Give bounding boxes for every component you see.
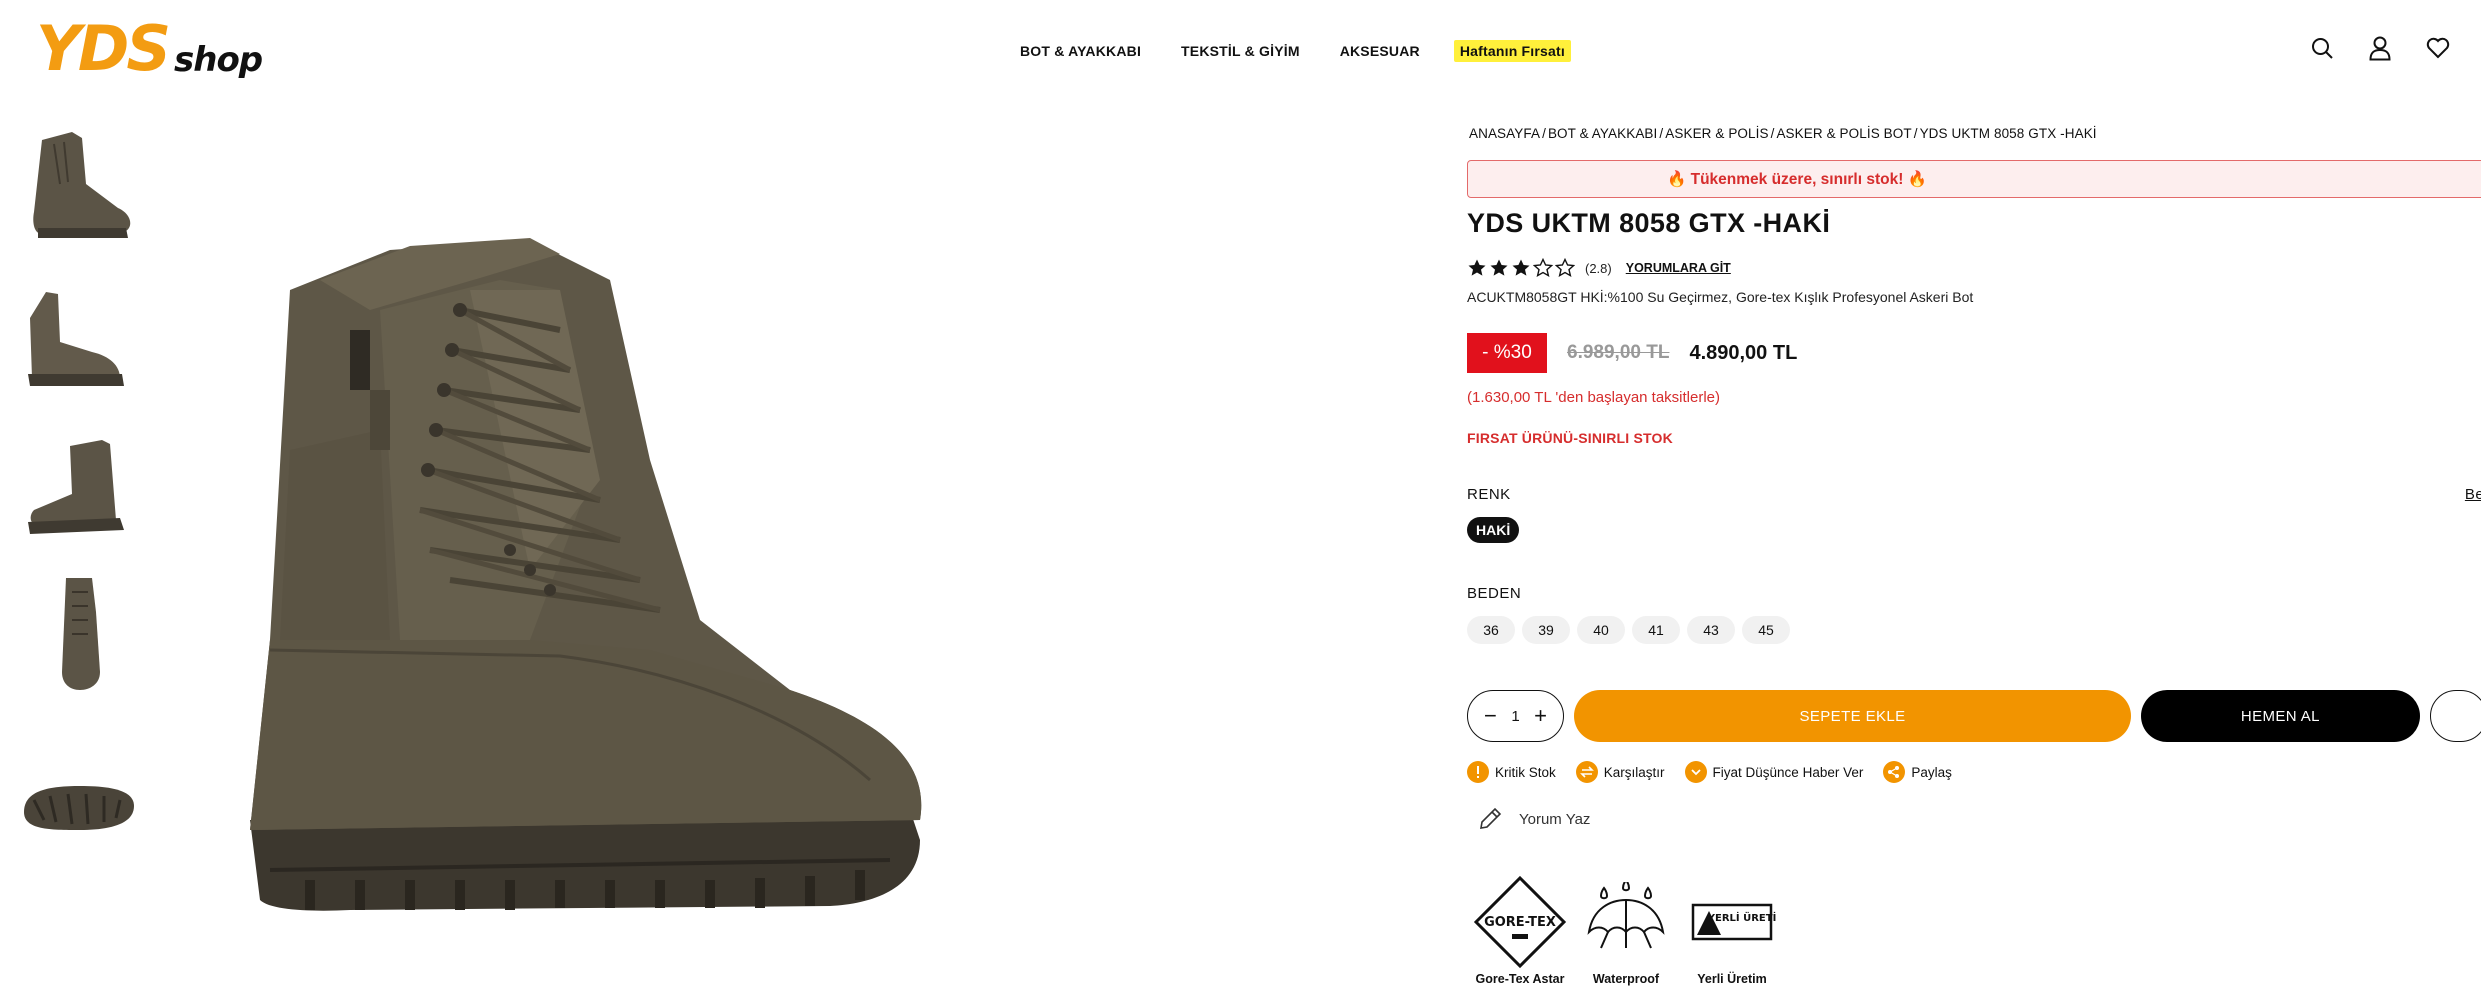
write-review-link[interactable]: Yorum Yaz [1477, 806, 2481, 832]
header-icons [2308, 34, 2481, 62]
gore-tex-logo-text: GORE-TEX [1484, 915, 1556, 930]
size-option[interactable]: 40 [1577, 616, 1625, 644]
star-empty-icon [1533, 258, 1553, 278]
action-label: Fiyat Düşünce Haber Ver [1712, 764, 1864, 780]
breadcrumb-item[interactable]: ANASAYFA [1469, 126, 1540, 141]
stock-alert-banner: 🔥 Tükenmek üzere, sınırlı stok! 🔥 [1467, 160, 2481, 198]
share-icon [1883, 761, 1906, 783]
old-price: 6.989,00 TL [1567, 342, 1670, 363]
local-production-logo-text: YERLİ ÜRETİM [1707, 910, 1777, 924]
current-price: 4.890,00 TL [1689, 341, 1798, 364]
rating-score: (2.8) [1585, 260, 1612, 276]
nav-item-weekly-deal[interactable]: Haftanın Fırsatı [1453, 40, 1571, 62]
feature-label: Yerli Üretim [1697, 972, 1767, 986]
product-actions: Kritik Stok Karşılaştır Fiyat Düşünce Ha… [1467, 760, 2481, 784]
size-option[interactable]: 39 [1522, 616, 1570, 644]
action-label: Karşılaştır [1603, 764, 1665, 780]
size-label: BEDEN [1467, 585, 1522, 602]
discount-badge: - %30 [1467, 333, 1547, 373]
write-review-label: Yorum Yaz [1519, 810, 1591, 828]
compare-icon [1575, 761, 1598, 783]
size-options: 36 39 40 41 43 45 [1467, 616, 2481, 644]
breadcrumb-item[interactable]: ASKER & POLİS [1665, 126, 1768, 141]
star-filled-icon [1490, 259, 1508, 276]
nav-item-accessories[interactable]: AKSESUAR [1340, 43, 1420, 59]
product-features: GORE-TEX Gore-Tex Astar Waterproof YERLİ… [1467, 874, 2481, 986]
size-option[interactable]: 41 [1632, 616, 1680, 644]
star-filled-icon [1512, 259, 1530, 276]
thumbnail-1[interactable] [20, 124, 138, 244]
thumbnail-5[interactable] [20, 750, 138, 870]
product-rating: (2.8) YORUMLARA GİT [1467, 257, 2481, 279]
product-title: YDS UKTM 8058 GTX -HAKİ [1467, 208, 1831, 238]
thumbnail-4[interactable] [20, 572, 138, 692]
size-guide-link[interactable]: Beden Ta [2465, 486, 2481, 503]
feature-label: Waterproof [1592, 972, 1660, 986]
local-production-icon: YERLİ ÜRETİM [1682, 874, 1782, 970]
purchase-row: − 1 + SEPETE EKLE HEMEN AL [1467, 690, 2481, 742]
umbrella-icon [1576, 874, 1676, 970]
feature-waterproof: Waterproof [1573, 874, 1679, 986]
size-option[interactable]: 45 [1742, 616, 1790, 644]
breadcrumb-item-current: YDS UKTM 8058 GTX -HAKİ [1919, 126, 2097, 141]
increment-button[interactable]: + [1534, 705, 1547, 727]
exclamation-icon [1467, 761, 1489, 783]
search-icon[interactable] [2308, 34, 2336, 62]
action-label: Kritik Stok [1495, 764, 1556, 780]
buy-now-button[interactable]: HEMEN AL [2141, 690, 2420, 742]
breadcrumb: ANASAYFA / BOT & AYAKKABI / ASKER & POLİS / AS… [1469, 126, 2097, 141]
color-option-selected[interactable]: HAKİ [1467, 517, 1520, 543]
breadcrumb-item[interactable]: BOT & AYAKKABI [1548, 126, 1657, 141]
price-drop-alert-action[interactable]: Fiyat Düşünce Haber Ver [1684, 761, 1864, 783]
breadcrumb-item[interactable]: ASKER & POLİS BOT [1776, 126, 1911, 141]
pencil-icon [1480, 807, 1502, 829]
quantity-stepper: − 1 + [1467, 690, 1564, 742]
gore-tex-logo-icon: GORE-TEX [1470, 874, 1570, 970]
color-label-row: RENK Beden Ta [1467, 486, 2481, 503]
quantity-value[interactable]: 1 [1511, 708, 1519, 725]
feature-gore-tex: GORE-TEX Gore-Tex Astar [1467, 874, 1573, 986]
action-label: Paylaş [1911, 764, 1952, 780]
installment-info: (1.630,00 TL 'den başlayan taksitlerle) [1467, 389, 1721, 406]
thumbnail-2[interactable] [20, 282, 138, 402]
chevron-down-icon [1684, 761, 1707, 783]
deal-notice: FIRSAT ÜRÜNÜ-SINIRLI STOK [1467, 430, 1673, 446]
decrement-button[interactable]: − [1484, 705, 1497, 727]
nav-item-textile[interactable]: TEKSTİL & GİYİM [1181, 43, 1300, 59]
size-option[interactable]: 36 [1467, 616, 1515, 644]
user-icon[interactable] [2366, 34, 2394, 62]
feature-label: Gore-Tex Astar [1475, 972, 1565, 986]
nav-item-boots[interactable]: BOT & AYAKKABI [1020, 43, 1141, 59]
star-filled-icon [1468, 259, 1486, 276]
size-option[interactable]: 43 [1687, 616, 1735, 644]
color-label: RENK [1467, 486, 1511, 503]
star-empty-icon [1555, 258, 1575, 278]
product-details: ANASAYFA / BOT & AYAKKABI / ASKER & POLİS / AS… [1467, 126, 2481, 986]
feature-local-production: YERLİ ÜRETİM Yerli Üretim [1679, 874, 1785, 986]
critical-stock-action[interactable]: Kritik Stok [1467, 761, 1556, 783]
compare-action[interactable]: Karşılaştır [1575, 761, 1665, 783]
rating-stars [1467, 258, 1577, 278]
site-logo[interactable]: YDS shop [36, 18, 266, 81]
share-action[interactable]: Paylaş [1883, 761, 1952, 783]
price-row: - %30 6.989,00 TL 4.890,00 TL [1467, 333, 2481, 373]
product-main-image[interactable] [230, 220, 950, 920]
product-description: ACUKTM8058GT HKİ:%100 Su Geçirmez, Gore-… [1467, 289, 1974, 305]
thumbnail-3[interactable] [20, 430, 138, 550]
add-to-cart-button[interactable]: SEPETE EKLE [1573, 690, 2132, 742]
go-to-reviews-link[interactable]: YORUMLARA GİT [1626, 261, 1731, 275]
heart-icon[interactable] [2424, 34, 2452, 62]
more-options-button[interactable] [2429, 690, 2481, 742]
main-nav: BOT & AYAKKABI TEKSTİL & GİYİM AKSESUAR … [1020, 38, 1611, 64]
